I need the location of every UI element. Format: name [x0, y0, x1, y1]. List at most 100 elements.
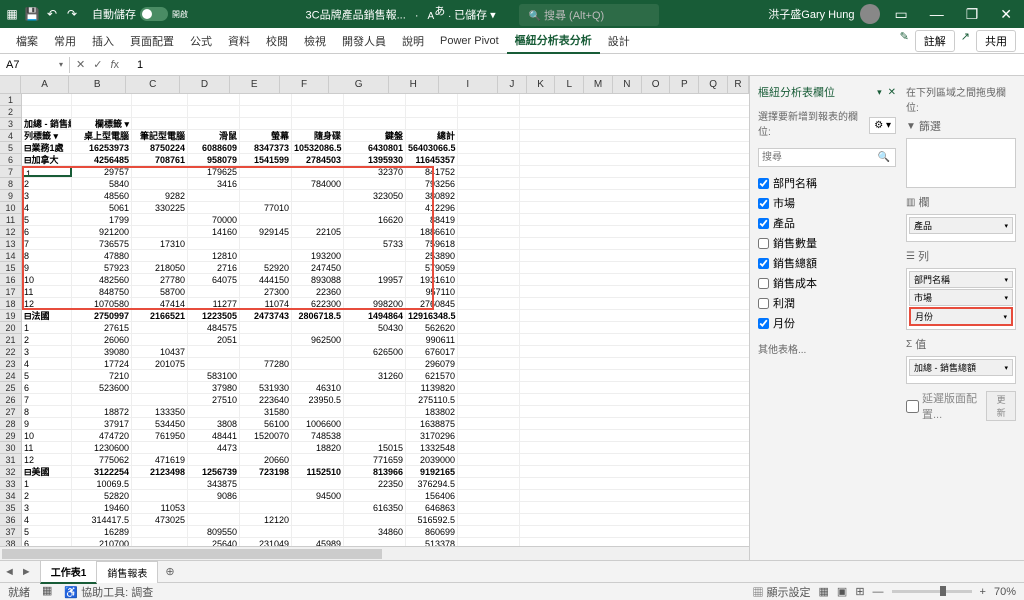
cell[interactable]: 19957: [344, 274, 406, 285]
row-header[interactable]: 3: [0, 118, 21, 130]
cell[interactable]: 1799: [72, 214, 132, 225]
cell[interactable]: [292, 166, 344, 177]
cell[interactable]: [458, 202, 520, 213]
cell[interactable]: 860699: [406, 526, 458, 537]
cell[interactable]: 8750224: [132, 142, 188, 153]
row-header[interactable]: 32: [0, 466, 21, 478]
cell[interactable]: [292, 406, 344, 417]
ribbon-tab-10[interactable]: Power Pivot: [432, 31, 507, 51]
cell[interactable]: [240, 490, 292, 501]
cell[interactable]: 3170296: [406, 430, 458, 441]
cell[interactable]: [344, 178, 406, 189]
cell[interactable]: [292, 190, 344, 201]
horizontal-scrollbar[interactable]: [0, 546, 749, 560]
row-header[interactable]: 33: [0, 478, 21, 490]
cell[interactable]: 47880: [72, 250, 132, 261]
cell[interactable]: 736575: [72, 238, 132, 249]
ribbon-tab-9[interactable]: 說明: [394, 29, 432, 53]
cell[interactable]: 1152510: [292, 466, 344, 477]
cell[interactable]: [132, 94, 188, 105]
cell[interactable]: [188, 346, 240, 357]
cell[interactable]: 484575: [188, 322, 240, 333]
cell[interactable]: 39080: [72, 346, 132, 357]
cell[interactable]: [240, 526, 292, 537]
row-header[interactable]: 21: [0, 334, 21, 346]
cell[interactable]: [292, 514, 344, 525]
cell[interactable]: [458, 190, 520, 201]
cell[interactable]: [458, 322, 520, 333]
redo-icon[interactable]: ↷: [64, 6, 80, 22]
cell[interactable]: [240, 322, 292, 333]
cell[interactable]: 482560: [72, 274, 132, 285]
cell[interactable]: 133350: [132, 406, 188, 417]
cell[interactable]: [132, 334, 188, 345]
cell[interactable]: 26060: [72, 334, 132, 345]
cell[interactable]: 534450: [132, 418, 188, 429]
cell[interactable]: 2123498: [132, 466, 188, 477]
cell[interactable]: 156406: [406, 490, 458, 501]
field-item[interactable]: 部門名稱: [758, 173, 896, 193]
cell[interactable]: 隨身碟: [292, 130, 344, 141]
cell[interactable]: 1: [22, 478, 72, 489]
cell[interactable]: 1395930: [344, 154, 406, 165]
cell[interactable]: 193200: [292, 250, 344, 261]
cell[interactable]: 8: [22, 406, 72, 417]
cell[interactable]: [188, 238, 240, 249]
cell[interactable]: 70000: [188, 214, 240, 225]
cell[interactable]: 加總 - 銷售總額: [22, 118, 72, 129]
cell[interactable]: [240, 214, 292, 225]
ribbon-tab-0[interactable]: 檔案: [8, 29, 46, 53]
cell[interactable]: [344, 406, 406, 417]
cell[interactable]: 247450: [292, 262, 344, 273]
cell[interactable]: ⊟美國: [22, 466, 72, 477]
cell[interactable]: [458, 406, 520, 417]
cell[interactable]: 921200: [72, 226, 132, 237]
cell[interactable]: 998200: [344, 298, 406, 309]
col-header[interactable]: A: [21, 76, 69, 93]
cell[interactable]: [458, 298, 520, 309]
cell[interactable]: 總計: [406, 130, 458, 141]
cell[interactable]: 14160: [188, 226, 240, 237]
cell[interactable]: 7: [22, 238, 72, 249]
cell[interactable]: 11645357: [406, 154, 458, 165]
cell[interactable]: 471619: [132, 454, 188, 465]
cell[interactable]: 18872: [72, 406, 132, 417]
cell[interactable]: 523600: [72, 382, 132, 393]
add-sheet-icon[interactable]: ⊕: [157, 565, 182, 578]
cell[interactable]: [406, 94, 458, 105]
cell[interactable]: 11074: [240, 298, 292, 309]
cell[interactable]: 37917: [72, 418, 132, 429]
cell[interactable]: [240, 94, 292, 105]
cell[interactable]: 771659: [344, 454, 406, 465]
row-header[interactable]: 22: [0, 346, 21, 358]
cell[interactable]: 957110: [406, 286, 458, 297]
ribbon-tab-8[interactable]: 開發人員: [334, 29, 394, 53]
cell[interactable]: [132, 442, 188, 453]
cell[interactable]: 893088: [292, 274, 344, 285]
zoom-level[interactable]: 70%: [994, 586, 1016, 598]
cell[interactable]: 3: [22, 502, 72, 513]
cell[interactable]: 17724: [72, 358, 132, 369]
cell[interactable]: [458, 286, 520, 297]
cell[interactable]: [458, 454, 520, 465]
cell[interactable]: [406, 118, 458, 129]
cell[interactable]: 16253973: [72, 142, 132, 153]
cell[interactable]: 809550: [188, 526, 240, 537]
cell[interactable]: [458, 382, 520, 393]
field-item[interactable]: 利潤: [758, 293, 896, 313]
cell[interactable]: 2051: [188, 334, 240, 345]
cell[interactable]: [22, 94, 72, 105]
cell[interactable]: [240, 478, 292, 489]
cell[interactable]: [458, 250, 520, 261]
share-button[interactable]: 共用: [976, 30, 1016, 52]
cell[interactable]: 18820: [292, 442, 344, 453]
cell[interactable]: 314417.5: [72, 514, 132, 525]
area-item[interactable]: 市場: [909, 289, 1013, 306]
cell[interactable]: 444150: [240, 274, 292, 285]
cell[interactable]: [344, 202, 406, 213]
cell[interactable]: 2750997: [72, 310, 132, 321]
autosave-toggle[interactable]: [140, 7, 168, 21]
cell[interactable]: 77280: [240, 358, 292, 369]
row-header[interactable]: 25: [0, 382, 21, 394]
cell[interactable]: 88419: [406, 214, 458, 225]
